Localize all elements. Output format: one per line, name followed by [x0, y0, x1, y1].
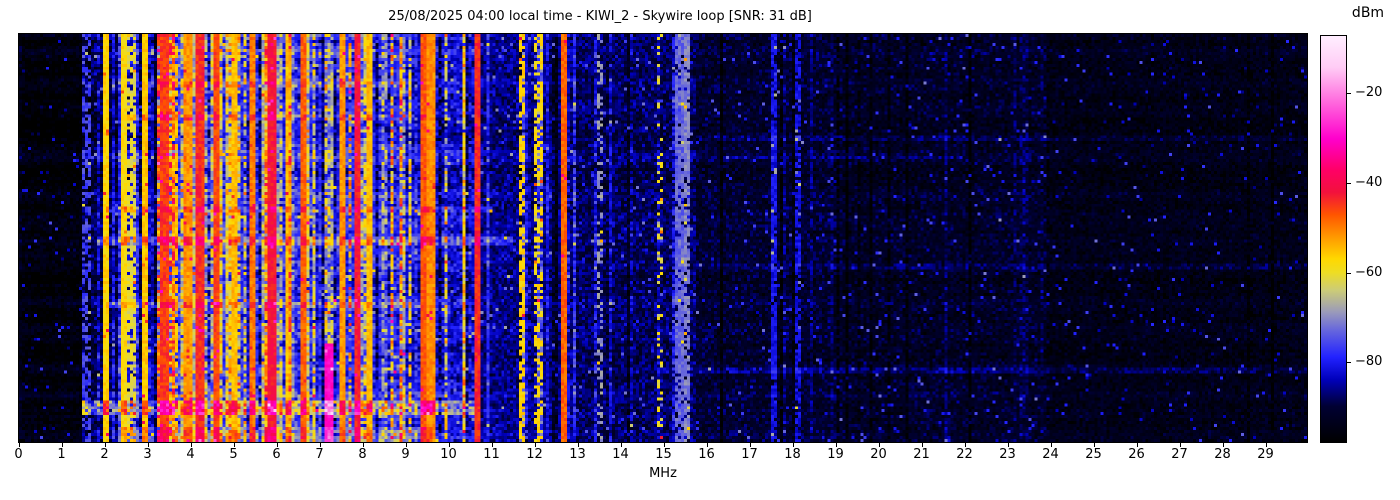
colorbar-gradient [1320, 35, 1347, 443]
x-tick-label: 14 [612, 447, 629, 462]
x-tick-label: 25 [1085, 447, 1102, 462]
x-tick-label: 29 [1257, 447, 1274, 462]
x-tick-label: 4 [186, 447, 195, 462]
spectrogram-figure: 25/08/2025 04:00 local time - KIWI_2 - S… [0, 0, 1400, 500]
x-tick-label: 2 [100, 447, 109, 462]
x-tick-label: 18 [784, 447, 801, 462]
x-tick-label: 27 [1171, 447, 1188, 462]
x-tick-label: 15 [655, 447, 672, 462]
x-tick-label: 8 [358, 447, 367, 462]
colorbar-tick-label: −60 [1355, 264, 1383, 280]
x-tick-label: 20 [870, 447, 887, 462]
x-tick-label: 9 [401, 447, 410, 462]
colorbar-tick-mark [1347, 182, 1351, 184]
x-tick-label: 23 [999, 447, 1016, 462]
colorbar-tick-label: −80 [1355, 354, 1383, 370]
colorbar-label: dBm [1351, 5, 1385, 21]
x-tick-label: 22 [956, 447, 973, 462]
x-tick-label: 21 [913, 447, 930, 462]
colorbar-tick-mark [1347, 93, 1351, 95]
x-tick-label: 19 [827, 447, 844, 462]
x-tick-label: 0 [14, 447, 23, 462]
x-tick-label: 6 [272, 447, 281, 462]
x-tick-label: 26 [1128, 447, 1145, 462]
x-tick-label: 1 [57, 447, 66, 462]
x-axis-label: MHz [649, 466, 677, 481]
colorbar-tick-mark [1347, 362, 1351, 364]
x-tick-label: 11 [483, 447, 500, 462]
colorbar-tick-label: −20 [1355, 85, 1383, 101]
plot-area [18, 33, 1308, 443]
colorbar-tick-label: −40 [1355, 175, 1383, 191]
colorbar-tick-mark [1347, 272, 1351, 274]
x-tick-label: 28 [1214, 447, 1231, 462]
x-tick-label: 17 [741, 447, 758, 462]
x-tick-label: 16 [698, 447, 715, 462]
x-tick-label: 3 [143, 447, 152, 462]
x-tick-label: 10 [440, 447, 457, 462]
x-tick-label: 7 [315, 447, 324, 462]
x-tick-label: 13 [569, 447, 586, 462]
x-tick-label: 12 [526, 447, 543, 462]
x-tick-label: 5 [229, 447, 238, 462]
chart-title: 25/08/2025 04:00 local time - KIWI_2 - S… [388, 9, 812, 24]
spectrogram-canvas [19, 34, 1307, 442]
x-tick-label: 24 [1042, 447, 1059, 462]
